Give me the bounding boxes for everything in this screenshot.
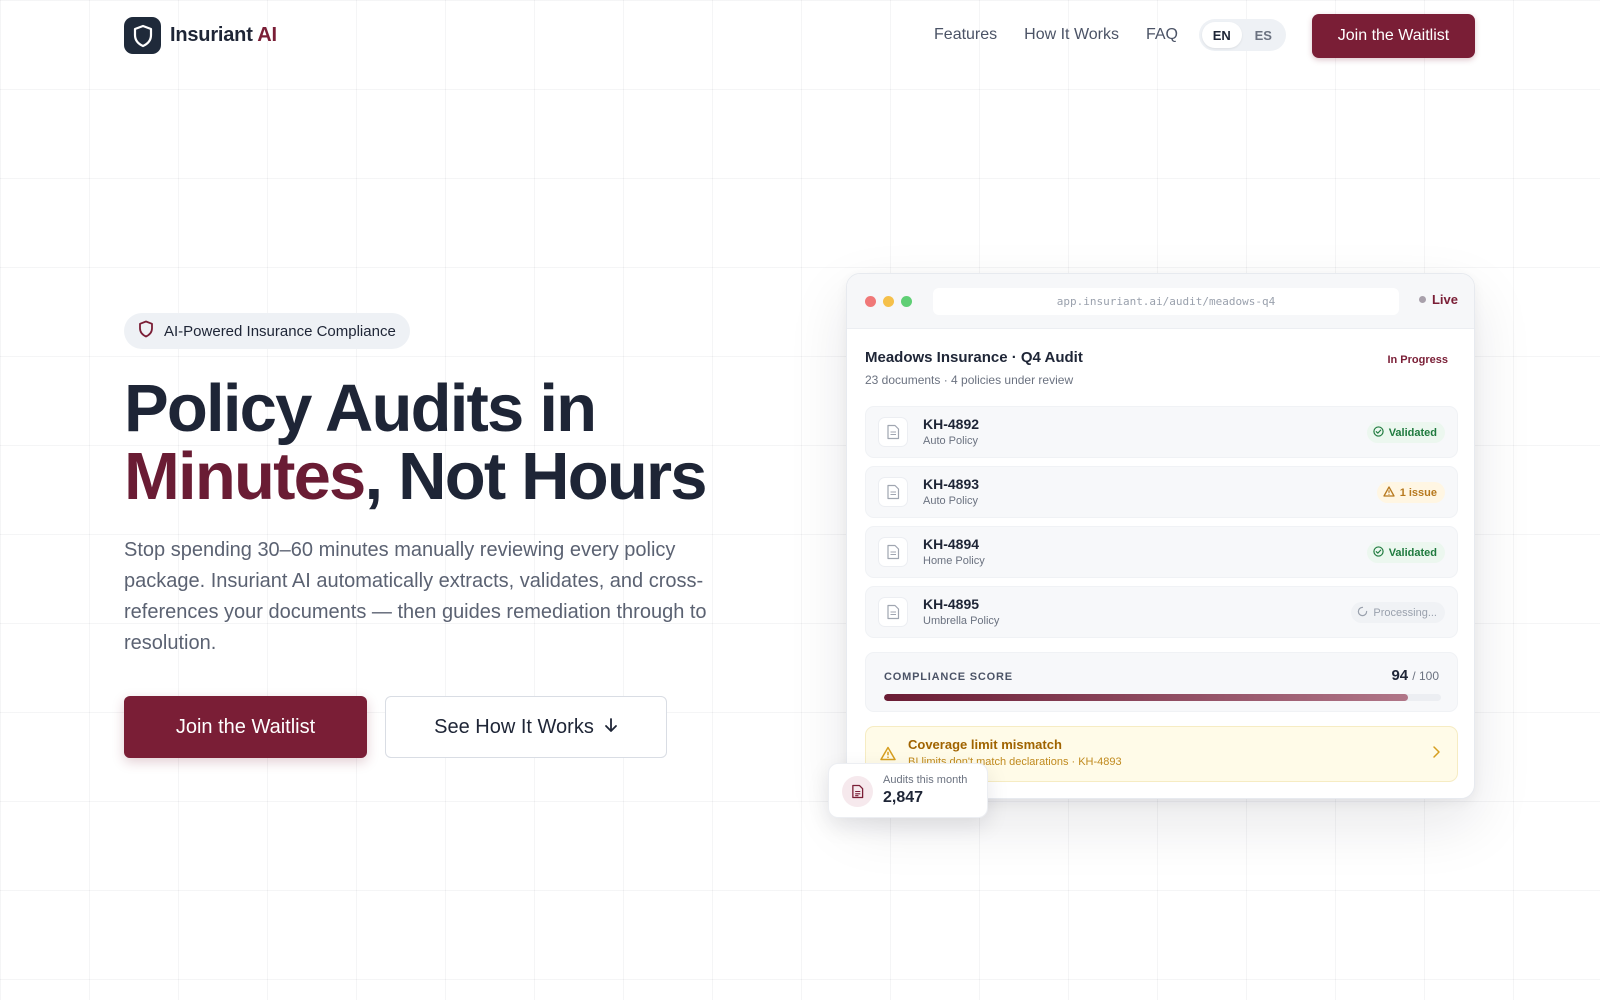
nav-link-faq[interactable]: FAQ: [1146, 26, 1178, 44]
score-max: / 100: [1412, 669, 1439, 683]
brand-name: Insuriant: [170, 24, 253, 46]
headline-accent: Minutes: [124, 439, 366, 514]
policy-row[interactable]: KH-4895 Umbrella Policy Processing...: [865, 586, 1458, 638]
policy-list: KH-4892 Auto Policy Validated KH-4893 Au…: [865, 406, 1458, 646]
status-badge: Validated: [1366, 422, 1445, 443]
url-bar[interactable]: app.insuriant.ai/audit/meadows-q4: [933, 288, 1399, 315]
status-badge: Processing...: [1351, 602, 1445, 623]
audits-stat-card: Audits this month 2,847: [828, 763, 988, 818]
hero-badge-label: AI-Powered Insurance Compliance: [164, 322, 396, 340]
see-how-it-works-label: See How It Works: [434, 715, 594, 738]
audit-preview-card: app.insuriant.ai/audit/meadows-q4 Live M…: [846, 273, 1475, 799]
policy-row[interactable]: KH-4892 Auto Policy Validated: [865, 406, 1458, 458]
status-badge: 1 issue: [1376, 482, 1445, 503]
live-indicator: Live: [1418, 292, 1458, 307]
compliance-score-label: COMPLIANCE SCORE: [884, 671, 1013, 683]
compliance-score-bar: [884, 694, 1441, 701]
document-icon: [878, 477, 908, 507]
top-nav: Insuriant AI Features How It Works FAQ E…: [0, 0, 1600, 72]
compliance-score-panel: COMPLIANCE SCORE 94 / 100: [865, 652, 1458, 712]
status-label: Validated: [1388, 426, 1437, 439]
status-label: Validated: [1388, 546, 1437, 559]
arrow-down-icon: [604, 716, 618, 739]
alert-title: Coverage limit mismatch: [908, 737, 1062, 752]
status-label: Processing...: [1373, 606, 1437, 619]
nav-links: Features How It Works FAQ: [934, 26, 1178, 44]
chevron-right-icon[interactable]: [1431, 745, 1441, 764]
audit-title: Meadows Insurance · Q4 Audit: [865, 349, 1083, 366]
brand-accent: AI: [257, 24, 277, 46]
hero-join-waitlist-button[interactable]: Join the Waitlist: [124, 696, 367, 758]
status-badge: Validated: [1366, 542, 1445, 563]
maximize-dot-icon: [901, 296, 912, 307]
audit-subtitle: 23 documents · 4 policies under review: [865, 373, 1074, 387]
policy-row[interactable]: KH-4894 Home Policy Validated: [865, 526, 1458, 578]
close-dot-icon: [865, 296, 876, 307]
see-how-it-works-button[interactable]: See How It Works: [385, 696, 667, 758]
shield-icon: [138, 320, 154, 342]
policy-type: Auto Policy: [923, 495, 979, 507]
live-label: Live: [1431, 292, 1458, 307]
language-es-button[interactable]: ES: [1244, 22, 1284, 48]
nav-link-features[interactable]: Features: [934, 26, 997, 44]
audit-status-badge: In Progress: [1379, 349, 1456, 371]
score-number: 94: [1391, 667, 1409, 684]
audits-stat-value: 2,847: [883, 789, 924, 806]
document-icon: [842, 776, 873, 807]
minimize-dot-icon: [883, 296, 894, 307]
policy-id: KH-4892: [923, 416, 980, 432]
nav-join-waitlist-button[interactable]: Join the Waitlist: [1312, 14, 1475, 58]
audits-stat-label: Audits this month: [883, 774, 968, 786]
check-circle-icon: [1373, 425, 1384, 440]
policy-row[interactable]: KH-4893 Auto Policy 1 issue: [865, 466, 1458, 518]
headline-line-1: Policy Audits in: [124, 371, 597, 446]
warning-triangle-icon: [1383, 485, 1395, 500]
live-dot-icon: [1418, 296, 1426, 303]
compliance-score-value: 94 / 100: [1391, 667, 1439, 684]
nav-link-how-it-works[interactable]: How It Works: [1024, 26, 1119, 44]
hero-badge: AI-Powered Insurance Compliance: [124, 313, 410, 349]
logo[interactable]: Insuriant AI: [124, 17, 277, 54]
shield-icon: [124, 17, 161, 54]
status-label: 1 issue: [1399, 486, 1437, 499]
logo-text: Insuriant AI: [170, 24, 277, 47]
check-circle-icon: [1373, 545, 1384, 560]
document-icon: [878, 537, 908, 567]
policy-type: Home Policy: [923, 555, 985, 567]
policy-type: Auto Policy: [923, 435, 979, 447]
landing-page: Insuriant AI Features How It Works FAQ E…: [0, 0, 1600, 1000]
spinner-icon: [1357, 606, 1368, 620]
document-icon: [878, 597, 908, 627]
policy-id: KH-4895: [923, 596, 980, 612]
compliance-score-fill: [884, 694, 1408, 701]
language-en-button[interactable]: EN: [1202, 22, 1242, 48]
hero-subtext: Stop spending 30–60 minutes manually rev…: [124, 539, 707, 654]
hero-headline: Policy Audits in Minutes, Not Hours: [124, 375, 708, 514]
policy-id: KH-4893: [923, 476, 980, 492]
policy-id: KH-4894: [923, 536, 980, 552]
headline-rest: , Not Hours: [364, 439, 708, 514]
document-icon: [878, 417, 908, 447]
browser-bar: app.insuriant.ai/audit/meadows-q4 Live: [847, 274, 1474, 329]
policy-type: Umbrella Policy: [923, 615, 1000, 627]
language-toggle: EN ES: [1199, 19, 1286, 51]
